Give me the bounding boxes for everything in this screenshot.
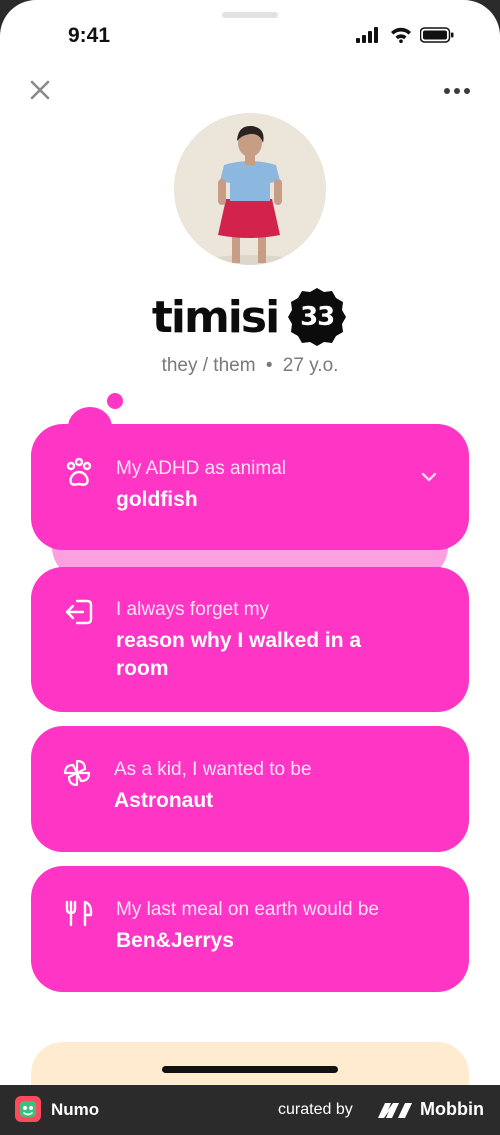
card-value: Ben&Jerrys xyxy=(116,929,234,952)
attribution-footer: Numo curated by Mobbin xyxy=(0,1085,500,1135)
avatar[interactable] xyxy=(174,113,326,265)
card-value-line2: room xyxy=(116,657,169,680)
curated-by-text: curated by xyxy=(278,1101,353,1118)
phone-screen: 9:41 timisi 33 they / them • 27 y.o. My … xyxy=(0,0,500,1085)
card-label: As a kid, I wanted to be xyxy=(114,759,312,780)
prompt-card-kid-dream[interactable]: As a kid, I wanted to be Astronaut xyxy=(31,726,469,852)
card-value: Astronaut xyxy=(114,789,214,812)
name-row: timisi 33 xyxy=(0,286,500,348)
close-icon xyxy=(30,80,50,100)
home-indicator xyxy=(162,1066,338,1073)
card-label: My last meal on earth would be xyxy=(116,899,379,920)
prompt-card-adhd-animal[interactable]: My ADHD as animal goldfish xyxy=(31,424,469,550)
separator-dot: • xyxy=(265,355,273,376)
dot xyxy=(444,88,450,94)
status-icons xyxy=(356,27,454,43)
close-button[interactable] xyxy=(26,76,54,104)
wifi-icon xyxy=(391,27,411,43)
app-name: Numo xyxy=(51,1100,100,1119)
profile-name: timisi xyxy=(151,291,280,343)
card-value-line1: reason why I walked in a xyxy=(116,629,362,652)
dot xyxy=(464,88,470,94)
mobbin-brand: Mobbin xyxy=(420,1099,484,1119)
exit-door-icon xyxy=(65,599,93,625)
numo-app-icon xyxy=(15,1096,41,1122)
signal-icon xyxy=(356,27,378,43)
pronouns: they / them xyxy=(161,355,256,376)
card-value: goldfish xyxy=(116,488,198,511)
age-text: 27 y.o. xyxy=(282,355,339,376)
battery-icon xyxy=(420,27,454,43)
next-card-peek[interactable] xyxy=(31,1042,469,1085)
profile-subline: they / them • 27 y.o. xyxy=(0,355,500,377)
avatar-photo xyxy=(174,113,326,265)
prompt-card-last-meal[interactable]: My last meal on earth would be Ben&Jerry… xyxy=(31,866,469,992)
paw-icon xyxy=(66,457,92,486)
thought-bubble-dot xyxy=(107,393,123,409)
card-label: My ADHD as animal xyxy=(116,458,286,479)
card-label: I always forget my xyxy=(116,599,270,620)
age-badge-text: 33 xyxy=(300,302,335,332)
more-options-button[interactable] xyxy=(440,82,474,100)
fork-knife-icon xyxy=(65,900,93,927)
pinwheel-icon xyxy=(63,759,91,787)
dot xyxy=(454,88,460,94)
status-time: 9:41 xyxy=(68,24,111,47)
prompt-card-always-forget[interactable]: I always forget my reason why I walked i… xyxy=(31,567,469,712)
mobbin-logo-icon xyxy=(378,1103,412,1118)
notch xyxy=(222,12,278,18)
chevron-down-icon[interactable] xyxy=(415,468,443,486)
age-badge: 33 xyxy=(286,286,348,348)
app-logo-icon xyxy=(20,1101,36,1117)
